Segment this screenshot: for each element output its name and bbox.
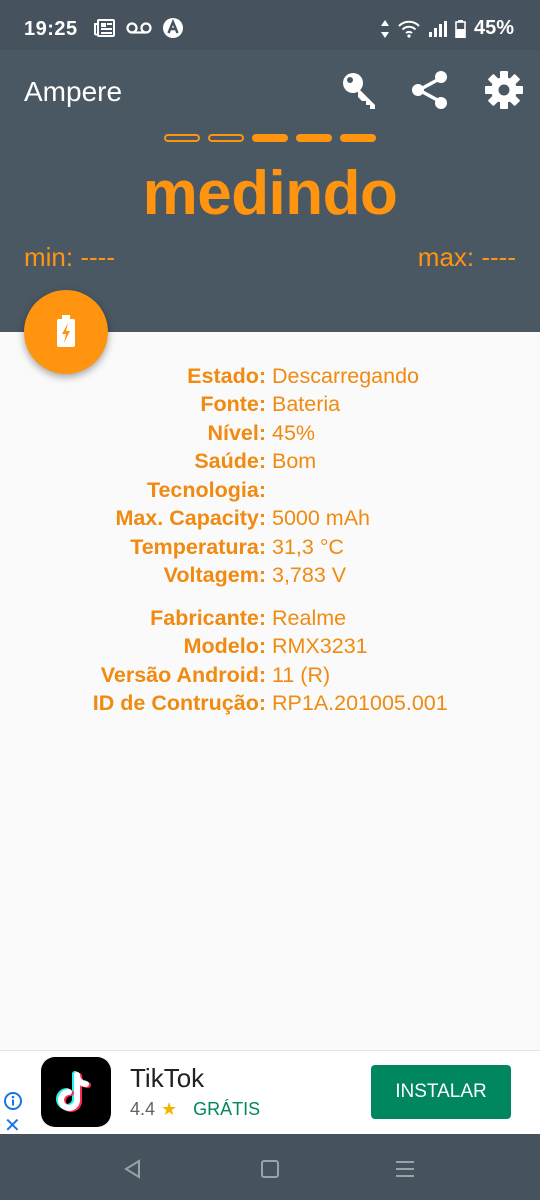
info-row: Tecnologia: — [0, 476, 540, 505]
share-button[interactable] — [408, 68, 452, 112]
info-value: Realme — [272, 605, 347, 630]
app-title: Ampere — [24, 76, 123, 107]
status-time: 19:25 — [24, 18, 78, 40]
info-value: 5000 mAh — [272, 506, 371, 531]
ad-app-name[interactable]: TikTok — [130, 1063, 204, 1094]
star-icon: ★ — [161, 1099, 178, 1119]
back-triangle-icon — [124, 1159, 140, 1179]
info-label: Max. Capacity: — [115, 506, 266, 531]
nav-home-button[interactable] — [255, 1154, 285, 1184]
settings-button[interactable] — [482, 68, 526, 112]
nav-back-button[interactable] — [118, 1154, 148, 1184]
signal-icon — [428, 20, 447, 37]
info-value: RMX3231 — [272, 634, 368, 659]
info-label: Fabricante: — [150, 605, 266, 630]
info-row: Fabricante: Realme — [0, 604, 540, 633]
info-value: Descarregando — [272, 363, 420, 388]
progress-dash — [164, 134, 200, 142]
max-value: max: ---- — [417, 242, 516, 272]
info-label: Estado: — [187, 363, 266, 388]
info-label: Saúde: — [194, 449, 266, 474]
share-icon — [412, 71, 447, 109]
home-square-icon — [261, 1160, 279, 1178]
tiktok-note-icon — [56, 1071, 91, 1112]
device-section: Fabricante: Realme Modelo: RMX3231 Versão An… — [0, 604, 540, 718]
battery-percent: 45% — [473, 17, 514, 39]
ad-rating: 4.4 — [130, 1099, 156, 1119]
info-label: Tecnologia: — [146, 477, 266, 502]
install-button[interactable]: INSTALAR — [371, 1065, 511, 1119]
info-label: Versão Android: — [100, 662, 266, 687]
menu-lines-icon — [396, 1161, 414, 1177]
info-row: Fonte: Bateria — [0, 391, 540, 420]
info-value: Bateria — [272, 392, 341, 417]
info-row: Temperatura: 31,3 °C — [0, 533, 540, 562]
battery-icon — [455, 19, 466, 38]
info-label: Nível: — [207, 420, 266, 445]
info-row: Versão Android: 11 (R) — [0, 661, 540, 690]
info-value: RP1A.201005.001 — [272, 691, 448, 716]
min-value: min: ---- — [24, 242, 115, 272]
app-header: Ampere medindo min: ---- max: ---- — [0, 50, 540, 332]
progress-dash — [296, 134, 332, 142]
nav-recents-button[interactable] — [390, 1154, 420, 1184]
key-button[interactable] — [338, 68, 382, 112]
ad-info-icon[interactable] — [3, 1091, 23, 1111]
info-row: Nível: 45% — [0, 419, 540, 448]
data-arrows-icon — [380, 19, 389, 38]
status-icons-right: 45% — [380, 17, 514, 40]
system-nav-bar — [0, 1134, 540, 1200]
ad-banner[interactable]: ✕ TikTok 4.4 ★ GRÁTIS INSTALAR — [0, 1050, 540, 1137]
ad-meta: 4.4 ★ GRÁTIS — [130, 1099, 260, 1120]
tiktok-logo[interactable] — [41, 1057, 111, 1127]
info-label: Voltagem: — [163, 563, 266, 588]
voicemail-icon — [126, 22, 152, 34]
info-row: Voltagem: 3,783 V — [0, 562, 540, 591]
info-label: Temperatura: — [130, 534, 266, 559]
gear-icon — [485, 71, 523, 109]
battery-info-list: Estado: Descarregando Fonte: Bateria Nível: 4… — [0, 362, 540, 718]
info-label: Fonte: — [200, 392, 266, 417]
battery-fab-button[interactable] — [24, 290, 108, 374]
ad-price: GRÁTIS — [193, 1099, 261, 1119]
progress-dash — [208, 134, 244, 142]
a-badge-icon — [163, 18, 183, 38]
info-label: ID de Contrução: — [92, 691, 266, 716]
info-row: Modelo: RMX3231 — [0, 633, 540, 662]
battery-charging-icon — [57, 315, 75, 347]
info-row: Max. Capacity: 5000 mAh — [0, 505, 540, 534]
info-label: Modelo: — [183, 634, 266, 659]
info-row: Saúde: Bom — [0, 448, 540, 477]
info-value: 31,3 °C — [272, 534, 344, 559]
progress-indicator — [164, 134, 376, 142]
status-icons-left — [94, 17, 184, 39]
progress-dash — [252, 134, 288, 142]
info-value: 3,783 V — [272, 563, 347, 588]
info-row: ID de Contrução: RP1A.201005.001 — [0, 690, 540, 719]
key-icon — [343, 73, 375, 109]
info-value: 11 (R) — [272, 662, 331, 687]
news-icon — [94, 19, 115, 37]
wifi-icon — [398, 20, 420, 38]
measuring-status: medindo — [142, 159, 398, 228]
info-value: Bom — [272, 449, 317, 474]
progress-dash — [340, 134, 376, 142]
status-bar: 19:25 45% — [0, 0, 540, 50]
battery-section: Estado: Descarregando Fonte: Bateria Nível: 4… — [0, 362, 540, 590]
info-value: 45% — [272, 420, 316, 445]
